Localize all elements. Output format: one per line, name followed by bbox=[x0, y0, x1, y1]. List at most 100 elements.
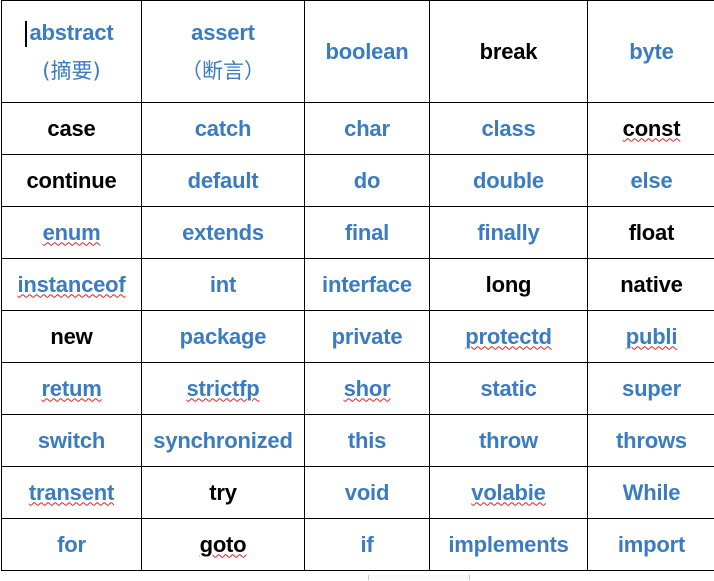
keyword-label: protectd bbox=[465, 323, 552, 349]
keyword-cell[interactable]: double bbox=[429, 154, 588, 207]
keyword-cell-content: throws bbox=[616, 428, 687, 454]
keyword-label: char bbox=[344, 115, 390, 141]
keyword-cell[interactable]: break bbox=[429, 0, 588, 103]
keyword-cell-content: enum bbox=[43, 220, 101, 246]
keyword-cell-content: extends bbox=[182, 220, 264, 246]
keyword-cell[interactable]: private bbox=[304, 310, 430, 363]
keyword-cell[interactable]: protectd bbox=[429, 310, 588, 363]
keyword-cell-content: catch bbox=[195, 116, 252, 142]
keyword-label: long bbox=[485, 271, 532, 297]
keyword-label: case bbox=[47, 115, 96, 141]
keyword-label: transent bbox=[28, 479, 115, 505]
keyword-cell-content: assert （断言） bbox=[181, 20, 265, 83]
keyword-cell[interactable]: instanceof bbox=[1, 258, 142, 311]
keyword-cell-content: super bbox=[622, 376, 681, 402]
table-row: continue default do double else bbox=[1, 154, 714, 207]
keyword-cell-content: synchronized bbox=[153, 428, 293, 454]
keyword-cell-content: break bbox=[480, 39, 538, 65]
keyword-cell[interactable]: transent bbox=[1, 466, 142, 519]
keyword-cell[interactable]: interface bbox=[304, 258, 430, 311]
keyword-cell-content: throw bbox=[479, 428, 538, 454]
keyword-cell[interactable]: const bbox=[587, 102, 714, 155]
keyword-cell[interactable]: switch bbox=[1, 414, 142, 467]
keyword-cell[interactable]: implements bbox=[429, 518, 588, 571]
keyword-cell[interactable]: enum bbox=[1, 206, 142, 259]
keyword-cell[interactable]: do bbox=[304, 154, 430, 207]
keyword-cell[interactable]: package bbox=[141, 310, 305, 363]
keyword-label: import bbox=[617, 531, 686, 557]
keyword-cell[interactable]: catch bbox=[141, 102, 305, 155]
keyword-cell-content: for bbox=[57, 532, 86, 558]
keyword-cell-content: long bbox=[486, 272, 532, 298]
keyword-cell[interactable]: throws bbox=[587, 414, 714, 467]
keyword-label: implements bbox=[448, 531, 569, 557]
keyword-label: do bbox=[353, 167, 381, 193]
keyword-label: While bbox=[622, 479, 681, 505]
keyword-cell[interactable]: new bbox=[1, 310, 142, 363]
keyword-cell-content: private bbox=[332, 324, 403, 350]
keyword-cell[interactable]: final bbox=[304, 206, 430, 259]
keyword-cell[interactable]: volabie bbox=[429, 466, 588, 519]
keyword-cell[interactable]: byte bbox=[587, 0, 714, 103]
keyword-cell[interactable]: native bbox=[587, 258, 714, 311]
keyword-cell-content: do bbox=[353, 167, 381, 194]
keyword-cell-content: package bbox=[180, 324, 267, 350]
keyword-cell[interactable]: char bbox=[304, 102, 430, 155]
keyword-cell[interactable]: extends bbox=[141, 206, 305, 259]
keyword-cell-content: transent bbox=[29, 480, 114, 506]
keyword-label: instanceof bbox=[17, 271, 126, 297]
keyword-cell[interactable]: retum bbox=[1, 362, 142, 415]
keyword-cell[interactable]: abstract (摘要) bbox=[1, 0, 142, 103]
keyword-cell[interactable]: continue bbox=[1, 154, 142, 207]
keyword-label: try bbox=[209, 479, 237, 505]
keyword-cell[interactable]: publi bbox=[587, 310, 714, 363]
keyword-cell[interactable]: int bbox=[141, 258, 305, 311]
keyword-cell[interactable]: While bbox=[587, 466, 714, 519]
keyword-label: shor bbox=[343, 375, 391, 401]
keyword-cell[interactable]: long bbox=[429, 258, 588, 311]
keyword-cell[interactable]: default bbox=[141, 154, 305, 207]
keyword-label: boolean bbox=[325, 38, 409, 64]
keyword-cell[interactable]: void bbox=[304, 466, 430, 519]
keyword-cell[interactable]: for bbox=[1, 518, 142, 571]
java-keyword-table[interactable]: abstract (摘要) assert （断言） boolean break byte ca… bbox=[1, 0, 714, 571]
keyword-cell[interactable]: super bbox=[587, 362, 714, 415]
keyword-cell-content: final bbox=[345, 220, 389, 246]
table-row: transent try void volabie While bbox=[1, 466, 714, 519]
keyword-cell[interactable]: case bbox=[1, 102, 142, 155]
keyword-cell-content: int bbox=[210, 272, 236, 298]
keyword-label: continue bbox=[26, 167, 117, 193]
keyword-cell-content: goto bbox=[200, 532, 247, 558]
keyword-label: enum bbox=[42, 219, 101, 245]
keyword-label: interface bbox=[322, 271, 412, 297]
keyword-cell[interactable]: boolean bbox=[304, 0, 430, 103]
keyword-label: else bbox=[630, 167, 673, 193]
keyword-cell[interactable]: this bbox=[304, 414, 430, 467]
keyword-cell[interactable]: goto bbox=[141, 518, 305, 571]
keyword-cell[interactable]: import bbox=[587, 518, 714, 571]
keyword-cell[interactable]: static bbox=[429, 362, 588, 415]
keyword-cell[interactable]: else bbox=[587, 154, 714, 207]
keyword-cell[interactable]: shor bbox=[304, 362, 430, 415]
keyword-label: private bbox=[331, 323, 403, 349]
keyword-label: default bbox=[187, 167, 259, 193]
keyword-cell[interactable]: if bbox=[304, 518, 430, 571]
keyword-label: volabie bbox=[471, 479, 546, 505]
keyword-label: byte bbox=[629, 38, 674, 64]
keyword-cell[interactable]: throw bbox=[429, 414, 588, 467]
keyword-label: publi bbox=[625, 323, 678, 349]
keyword-cell[interactable]: class bbox=[429, 102, 588, 155]
keyword-cell-content: case bbox=[47, 116, 95, 142]
keyword-cell[interactable]: finally bbox=[429, 206, 588, 259]
keyword-cell-content: try bbox=[209, 480, 237, 506]
keyword-label: switch bbox=[37, 427, 106, 453]
keyword-cell-content: new bbox=[50, 324, 92, 350]
keyword-cell[interactable]: assert （断言） bbox=[141, 0, 305, 103]
table-row: enum extends final finally float bbox=[1, 206, 714, 259]
keyword-label: this bbox=[347, 427, 387, 453]
keyword-cell[interactable]: synchronized bbox=[141, 414, 305, 467]
keyword-cell[interactable]: try bbox=[141, 466, 305, 519]
keyword-cell[interactable]: strictfp bbox=[141, 362, 305, 415]
keyword-label: int bbox=[209, 271, 237, 297]
keyword-cell[interactable]: float bbox=[587, 206, 714, 259]
